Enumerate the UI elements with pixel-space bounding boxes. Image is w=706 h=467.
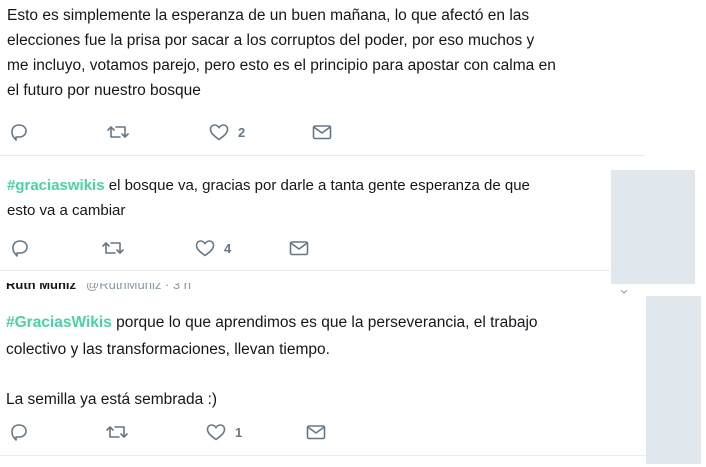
tweet-1-line: el futuro por nuestro bosque bbox=[7, 82, 201, 99]
divider bbox=[0, 270, 610, 271]
message-button[interactable] bbox=[288, 237, 310, 259]
author-handle[interactable]: @RuthMuniz · 3 h bbox=[86, 283, 191, 292]
reply-button[interactable] bbox=[9, 421, 29, 443]
reply-button[interactable] bbox=[10, 237, 30, 259]
retweet-icon bbox=[106, 426, 128, 438]
retweet-icon bbox=[102, 242, 124, 254]
like-icon bbox=[195, 240, 215, 257]
divider bbox=[0, 155, 645, 156]
like-icon bbox=[209, 124, 229, 141]
retweet-button[interactable] bbox=[106, 121, 130, 143]
like-button[interactable]: 2 bbox=[208, 121, 245, 143]
like-icon bbox=[206, 424, 226, 441]
tweet-1-actions: 2 bbox=[0, 121, 650, 143]
tweet-1-line: me incluyo, votamos parejo, pero esto es… bbox=[7, 57, 556, 74]
message-button[interactable] bbox=[311, 121, 333, 143]
retweet-button[interactable] bbox=[101, 237, 125, 259]
like-count: 4 bbox=[224, 240, 232, 256]
tweet-2-line: el bosque va, gracias por darle a tanta … bbox=[104, 177, 530, 194]
tweet-3-line: La semilla ya está sembrada :) bbox=[6, 391, 218, 408]
like-button[interactable]: 1 bbox=[205, 421, 242, 443]
like-count: 1 bbox=[235, 424, 243, 440]
tweet-3-actions: 1 bbox=[0, 421, 640, 443]
message-icon bbox=[306, 425, 326, 440]
author-name[interactable]: Ruth Muñiz bbox=[6, 283, 76, 292]
message-icon bbox=[312, 125, 332, 140]
tweet-2-actions: 4 bbox=[0, 237, 600, 259]
tweet-1-line: Esto es simplemente la esperanza de un b… bbox=[7, 7, 530, 24]
chevron-down-icon[interactable] bbox=[621, 290, 627, 294]
tweet-1-text: Esto es simplemente la esperanza de un b… bbox=[7, 3, 657, 103]
tweet-3-header: Ruth Muñiz @RuthMuniz · 3 h bbox=[6, 283, 286, 293]
tweet-2-line: esto va a cambiar bbox=[7, 202, 126, 219]
tweet-1-line: elecciones fue la prisa por sacar a los … bbox=[7, 32, 535, 49]
divider bbox=[0, 455, 645, 456]
reply-icon bbox=[12, 240, 28, 257]
hashtag-link[interactable]: #graciaswikis bbox=[7, 177, 105, 194]
tweet-3: #GraciasWikis porque lo que aprendimos e… bbox=[6, 309, 636, 413]
reply-button[interactable] bbox=[9, 121, 29, 143]
tweet-3-line: colectivo y las transformaciones, llevan… bbox=[6, 341, 330, 358]
tweet-1: Esto es simplemente la esperanza de un b… bbox=[7, 3, 657, 103]
message-button[interactable] bbox=[305, 421, 327, 443]
like-count: 2 bbox=[238, 124, 246, 140]
tweet-2-text: #graciaswikis el bosque va, gracias por … bbox=[7, 173, 607, 223]
media-placeholder bbox=[611, 170, 695, 284]
media-placeholder bbox=[646, 296, 701, 464]
retweet-button[interactable] bbox=[105, 421, 129, 443]
like-button[interactable]: 4 bbox=[194, 237, 231, 259]
tweet-3-text: #GraciasWikis porque lo que aprendimos e… bbox=[6, 309, 636, 413]
hashtag-link[interactable]: #GraciasWikis bbox=[6, 314, 112, 331]
tweet-3-line: porque lo que aprendimos es que la perse… bbox=[111, 314, 538, 331]
reply-icon bbox=[11, 424, 27, 441]
retweet-icon bbox=[107, 126, 129, 138]
message-icon bbox=[289, 241, 309, 256]
reply-icon bbox=[11, 124, 27, 141]
tweet-2: #graciaswikis el bosque va, gracias por … bbox=[7, 173, 607, 223]
